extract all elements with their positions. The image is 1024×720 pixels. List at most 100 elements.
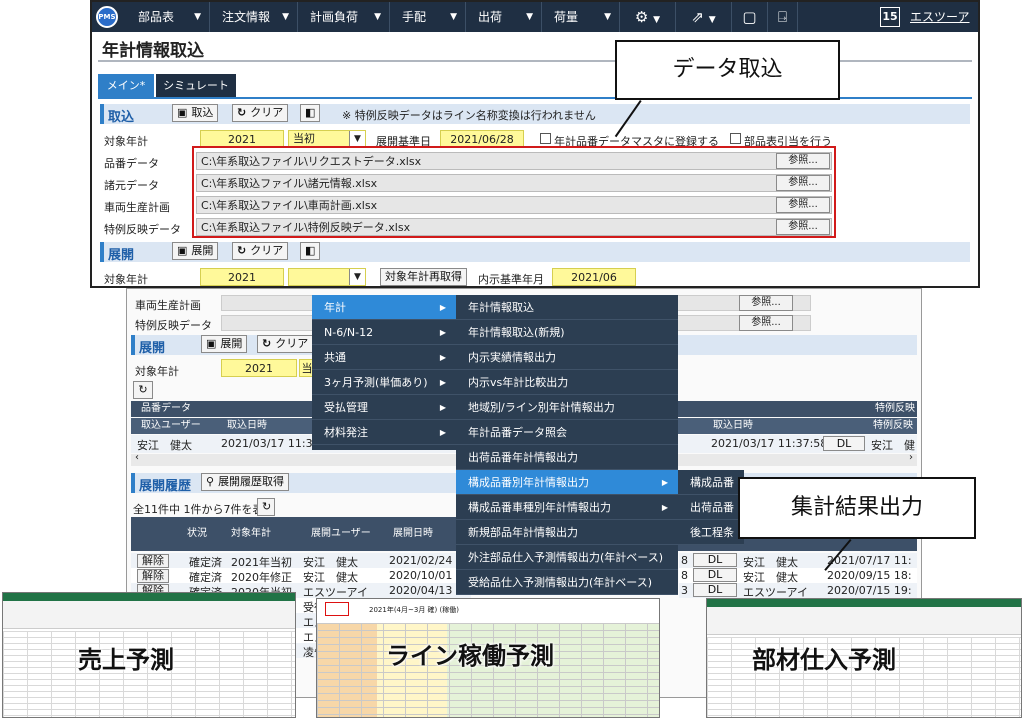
scroll-right-icon[interactable]: ›	[909, 452, 913, 463]
layout-button[interactable]: ◧	[300, 104, 320, 122]
expand-layout-button[interactable]: ◧	[300, 242, 320, 260]
expand-year-field[interactable]: 2021	[200, 268, 284, 286]
file-label-4: 特例反映データ	[104, 223, 181, 236]
ref-button-1[interactable]: 参照...	[776, 153, 830, 169]
paging-text: 全11件中 1件から7件を表示	[133, 503, 275, 516]
clear-button[interactable]: ↻ クリア	[232, 104, 289, 122]
page-title: 年計情報取込	[102, 41, 204, 61]
menu2-item[interactable]: 内示実績情報出力	[456, 345, 678, 370]
table-row[interactable]: 解除 確定済 2021年当初 安江 健太 2021/02/24 09	[131, 553, 471, 569]
title-divider	[98, 60, 972, 62]
menu-label: 部品表	[138, 10, 175, 24]
menu2-item[interactable]: 外注部品仕入予測情報出力(年計ベース)	[456, 545, 678, 570]
right-row-num: 8	[681, 569, 688, 582]
dl-button[interactable]: DL	[693, 553, 737, 567]
menu1-item-label: 受払管理	[324, 401, 368, 414]
bg-expand-button[interactable]: ▣ 展開	[201, 335, 248, 353]
menu2-item[interactable]: 出荷品番年計情報出力	[456, 445, 678, 470]
menu-volume[interactable]: 荷量 ▼	[542, 2, 620, 32]
menu2-item[interactable]: 年計情報取込	[456, 295, 678, 320]
ref-button-2[interactable]: 参照...	[776, 175, 830, 191]
menu-label: 出荷	[478, 10, 503, 24]
hist-action[interactable]: 解除	[137, 569, 169, 583]
menu2-item-label: 内示vs年計比較出力	[468, 376, 569, 389]
hist-action[interactable]: 解除	[137, 554, 169, 568]
dl-button[interactable]: DL	[693, 583, 737, 597]
menu2-item[interactable]: 内示vs年計比較出力	[456, 370, 678, 395]
tab-simulate[interactable]: シミュレート	[156, 74, 236, 98]
expand-button[interactable]: ▣ 展開	[172, 242, 219, 260]
menu2-item[interactable]: 年計品番データ照会	[456, 420, 678, 445]
menu2-item[interactable]: 受給品仕入予測情報出力(年計ベース)	[456, 570, 678, 595]
table-row[interactable]: 8 DL 安江 健太 2020/09/15 18:	[679, 568, 917, 584]
user-name[interactable]: エスツーアイ	[910, 2, 978, 62]
top-nav: PMS 部品表 ▼ 注文情報 ▼ 計画負荷 ▼ 手配 ▼ 出荷 ▼ 荷量 ▼ ⚙ ▼ ⇗ ▼…	[92, 2, 978, 54]
dl-button[interactable]: DL	[693, 568, 737, 582]
scroll-left-icon[interactable]: ‹	[135, 452, 139, 463]
save-icon: ▣	[177, 106, 188, 119]
table-row[interactable]: 8 DL 安江 健太 2021/07/17 11:	[679, 553, 917, 569]
menu3-item[interactable]: 構成品番	[678, 470, 744, 495]
menu1-item[interactable]: 受払管理 ▶	[312, 395, 456, 420]
logout-icon[interactable]: ⍈	[768, 2, 798, 32]
table-row[interactable]: 3 DL エスツーアイ 2020/07/15 19:	[679, 583, 917, 599]
menu-plan-load[interactable]: 計画負荷 ▼	[298, 2, 390, 32]
menu1-item[interactable]: 年計 ▶	[312, 295, 456, 320]
register-master-checkbox[interactable]	[540, 133, 551, 144]
menu-shipping[interactable]: 出荷 ▼	[466, 2, 542, 32]
menu1-item[interactable]: 3ヶ月予測(単価あり) ▶	[312, 370, 456, 395]
right-row-num: 3	[681, 584, 688, 597]
import-button[interactable]: ▣ 取込	[172, 104, 219, 122]
share-icon[interactable]: ⇗ ▼	[676, 2, 732, 32]
menu3-item-label: 出荷品番	[690, 501, 734, 514]
calendar-date[interactable]: 15	[880, 7, 900, 27]
expand-clear-button[interactable]: ↻ クリア	[232, 242, 289, 260]
menu-parts-list[interactable]: 部品表 ▼	[126, 2, 210, 32]
bg-year-label: 対象年計	[135, 365, 179, 378]
bg-year-field[interactable]: 2021	[221, 359, 297, 377]
menu-order-info[interactable]: 注文情報 ▼	[210, 2, 298, 32]
menu1-item[interactable]: 材料発注 ▶	[312, 420, 456, 445]
file-path-4: C:\年系取込ファイル\特例反映データ.xlsx	[196, 218, 832, 236]
file-path-3: C:\年系取込ファイル\車両計画.xlsx	[196, 196, 832, 214]
menu3-item[interactable]: 出荷品番	[678, 495, 744, 520]
menu3-item[interactable]: 後工程条	[678, 520, 744, 545]
bg-clear-button[interactable]: ↻ クリア	[257, 335, 314, 353]
chevron-down-icon: ▼	[604, 12, 611, 22]
right-row-date: 2021/07/17 11:	[827, 554, 912, 567]
pms-logo[interactable]: PMS	[96, 6, 118, 28]
menu2-item[interactable]: 年計情報取込(新規)	[456, 320, 678, 345]
menu2-item-label: 外注部品仕入予測情報出力(年計ベース)	[468, 551, 664, 564]
menu2-item[interactable]: 構成品番車種別年計情報出力 ▶	[456, 495, 678, 520]
menu1-item[interactable]: N-6/N-12 ▶	[312, 320, 456, 345]
menu-arrangement[interactable]: 手配 ▼	[390, 2, 466, 32]
reacquire-button[interactable]: 対象年計再取得	[380, 268, 467, 286]
chevron-down-icon: ▼	[349, 269, 365, 285]
history-button-label: 展開履歴取得	[218, 475, 285, 488]
caption-line: ライン稼働予測	[386, 642, 554, 670]
chevron-down-icon: ▼	[450, 12, 457, 22]
chevron-right-icon: ▶	[661, 478, 668, 487]
expand-period-select[interactable]: ▼	[288, 268, 366, 286]
ref-button-4[interactable]: 参照...	[776, 219, 830, 235]
bg-ref-button-2[interactable]: 参照...	[739, 315, 793, 331]
screen-icon[interactable]: ▢	[732, 2, 768, 32]
table-row[interactable]: 解除 確定済 2020年修正 安江 健太 2020/10/01 13	[131, 568, 471, 584]
ref-button-3[interactable]: 参照...	[776, 197, 830, 213]
history-button[interactable]: ⚲ 展開履歴取得	[201, 473, 290, 491]
excel-toolbar	[707, 607, 1021, 635]
menu1-item[interactable]: 共通 ▶	[312, 345, 456, 370]
tab-main[interactable]: メイン*	[98, 74, 154, 98]
gear-icon[interactable]: ⚙ ▼	[620, 2, 676, 32]
paging-refresh-button[interactable]: ↻	[257, 498, 275, 516]
menu2-item[interactable]: 地域別/ライン別年計情報出力	[456, 395, 678, 420]
menu2-item[interactable]: 新規部品年計情報出力	[456, 520, 678, 545]
month-field[interactable]: 2021/06	[552, 268, 636, 286]
dl-button[interactable]: DL	[823, 436, 865, 451]
bg-ref-button-1[interactable]: 参照...	[739, 295, 793, 311]
refresh-icon: ↻	[237, 106, 247, 119]
menu2-item[interactable]: 構成品番別年計情報出力 ▶	[456, 470, 678, 495]
refresh-button[interactable]: ↻	[133, 381, 153, 399]
import-title: 取込	[108, 110, 135, 125]
deduct-checkbox[interactable]	[730, 133, 741, 144]
